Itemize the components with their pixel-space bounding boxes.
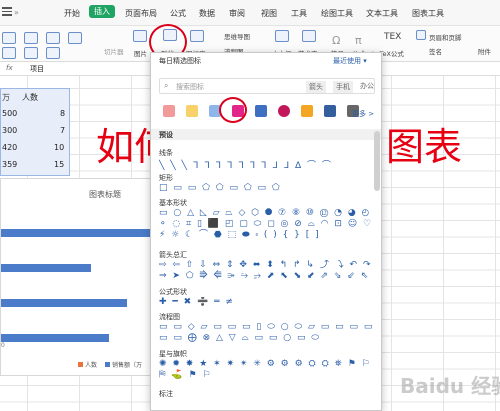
section-stars-shapes[interactable]: ✺ ✹ ✸ ★ ✶ ✷ ✴ ✳ ⚙ ⚙ ⚙ ⛭ ⛭ ⛯ ⚑ ⚐ ⛿ ⛳ ⚑ ⚐ [159,359,377,385]
section-basic-shapes[interactable]: ▭ ○ △ ◺ ▱ ⏢ ◇ ⬡ ⯃ ⑦ ⑧ ⑩ ⑫ ◔ ◕ ◴ ⚬ ◌ ⌗ ▯ … [159,208,377,248]
table-cell[interactable]: 359 [2,160,17,169]
menu-item-data[interactable]: 数据 [199,8,215,19]
dropdown-scrollbar[interactable] [374,131,380,191]
chart-more-label[interactable]: 切片器 [104,46,124,56]
fx-label: fx [6,64,13,72]
section-flowchart-shapes[interactable]: ▭ ▭ ◇ ▱ ▭ ▭ ▭ ▯ ⬭ ○ ⬭ ▱ ▭ ▭ ▭ ▭ ▭ ▭ ⨁ ⊗ … [159,322,377,348]
section-lines-shapes[interactable]: ╲ ╲ ╲ ᒣ ᒣ ᒣ ᒣ ᒣ ᒣ ᒣ ᒧ ᒧ ᐃ ⌒ ⌒ [159,158,377,171]
menu-item-tools[interactable]: 工具 [291,8,307,19]
symbol-icon[interactable]: Ω [332,34,340,47]
bar-chart-icon[interactable] [2,32,16,44]
section-arrows-title: 箭头总汇 [159,251,187,259]
bulb-icon[interactable] [186,105,198,117]
section-flowchart-title: 流程图 [159,313,180,321]
area-chart-icon[interactable] [2,47,16,59]
menu-item-text-tools[interactable]: 文本工具 [366,8,398,19]
table-cell[interactable]: 500 [2,109,17,118]
formula-input[interactable]: 项目 [30,64,44,74]
menu-item-start[interactable]: 开始 [64,8,80,19]
picture-icon[interactable] [133,30,147,42]
file-icon[interactable] [324,105,336,117]
menu-item-insert[interactable]: 插入 [89,5,115,18]
search-icon: ⌕ [164,81,169,90]
legend-label-2[interactable]: 销售额（万 [112,360,142,369]
legend-swatch-2 [105,362,110,367]
overlay-title-right: 图表 [386,125,463,169]
menu-item-view[interactable]: 视图 [261,8,277,19]
filter-tag-phone[interactable]: 手机 [333,81,353,93]
section-formula-shapes[interactable]: ✚ ━ ✖ ➗ ═ ≠ [159,297,377,307]
pie-chart-icon[interactable] [46,32,60,44]
section-arrows-shapes[interactable]: ⇨ ⇦ ⇧ ⇩ ⇔ ⇕ ✥ ⬌ ⬍ ↰ ↱ ↳ ⤴ ⤵ ↶ ↷ ⇒ ➤ ⬠ ⭆ … [159,260,377,294]
recent-title: 每日精选图标 [159,57,201,65]
table-cell[interactable]: 10 [54,143,64,152]
section-rect-title: 矩形 [159,174,173,182]
table-cell[interactable]: 15 [54,160,64,169]
table-cell[interactable]: 7 [60,126,65,135]
chart-bar[interactable] [1,299,127,307]
filter-tag-office[interactable]: 办公 [360,81,374,91]
highlight-circle-heart [219,97,247,123]
menu-item-drawing-tools[interactable]: 绘图工具 [321,8,353,19]
table-cell[interactable]: 420 [2,143,17,152]
table-cell[interactable]: 8 [60,109,65,118]
more-icons-link[interactable]: 更多 > [352,109,374,119]
search-box[interactable]: ⌕ 搜索图标 箭头 手机 办公 [159,78,375,94]
menu-item-chart-tools[interactable]: 图表工具 [412,8,444,19]
header-footer-icon[interactable] [416,30,426,40]
filter-tag-arrow[interactable]: 箭头 [306,81,326,93]
menu-icon[interactable] [2,7,12,17]
combo-chart-icon[interactable] [24,47,38,59]
chart-bar[interactable] [1,334,109,342]
bar-chart[interactable]: 图表标题 0 人数 销售额（万 [0,178,160,376]
chart-plot-area [1,179,161,377]
menu-more-arrow[interactable]: » [14,8,19,17]
scatter-chart-icon[interactable] [68,32,82,44]
section-basic-title: 基本形状 [159,199,187,207]
section-stars-title: 星与旗帜 [159,350,187,358]
table-cell[interactable]: 300 [2,126,17,135]
chart-type-buttons [2,30,98,59]
axis-tick-label: 0 [1,342,5,349]
legend-swatch-1 [78,362,83,367]
wordart-icon[interactable] [302,30,316,42]
menu-item-review[interactable]: 审阅 [229,8,245,19]
section-callout-title: 标注 [159,390,173,398]
section-lines-title: 线条 [159,149,173,157]
watermark-text: Baidu 经验 [400,374,500,398]
table-header-count[interactable]: 人数 [22,92,38,103]
radar-chart-icon[interactable] [46,47,60,59]
search-input[interactable]: 搜索图标 [176,82,204,92]
info-icon[interactable] [278,105,290,117]
picture-label[interactable]: 图片 [134,48,147,58]
book-icon[interactable] [255,105,267,117]
menu-bar: » 开始 插入 页面布局 公式 数据 审阅 视图 工具 绘图工具 文本工具 图表… [0,0,500,26]
signature-label[interactable]: 签名 [429,46,442,56]
legend-label-1[interactable]: 人数 [85,360,97,369]
formula-icon[interactable]: π [355,34,362,47]
attachment-label[interactable]: 附件 [478,46,491,56]
latex-icon[interactable]: TEX [384,32,401,42]
shape-dropdown-panel: 每日精选图标 最近使用 ▾ ⌕ 搜索图标 箭头 手机 办公 更多 > 预设 线条… [150,52,382,411]
chart-bar[interactable] [1,264,91,272]
table-header-unit[interactable]: 万 [2,92,10,103]
featured-icons-row: 更多 > [159,101,375,121]
recent-link[interactable]: 最近使用 ▾ [333,56,367,66]
chart-bar[interactable] [1,229,151,237]
icon-library-icon[interactable] [190,30,204,42]
header-footer-label[interactable]: 页眉和页脚 [429,32,462,42]
candy-icon[interactable] [163,105,175,117]
section-rect-shapes[interactable]: □ ▭ ▭ ⬠ ⬠ ▭ ⬠ ▭ ⬠ [159,183,377,193]
trophy-icon[interactable] [301,105,313,117]
preset-label: 预设 [159,131,173,139]
mindmap-label[interactable]: 思维导图 [224,31,250,41]
preset-header: 预设 [151,129,381,140]
menu-item-page-layout[interactable]: 页面布局 [125,8,157,19]
line-chart-icon[interactable] [24,32,38,44]
menu-item-formula[interactable]: 公式 [170,8,186,19]
textbox-icon[interactable] [275,30,289,42]
section-formula-title: 公式形状 [159,288,187,296]
